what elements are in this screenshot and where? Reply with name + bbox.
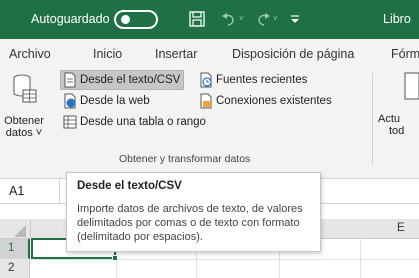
from-web-label: Desde la web <box>80 95 150 107</box>
save-icon[interactable] <box>187 9 207 29</box>
header-divider <box>30 219 31 239</box>
ribbon-group-divider <box>372 73 373 165</box>
tooltip-line-1: Importe datos de archivos de texto, de v… <box>77 203 303 215</box>
row-header-1[interactable]: 1 <box>0 239 30 259</box>
tooltip-title: Desde el texto/CSV <box>77 180 182 192</box>
document-title: Libro <box>383 12 411 26</box>
refresh-all-label-2: tod <box>389 125 405 137</box>
tab-formulas[interactable]: Fórm <box>391 47 419 61</box>
from-text-csv-button[interactable]: Desde el texto/CSV <box>60 70 185 90</box>
refresh-all-icon <box>404 72 419 100</box>
get-data-label-2: datos ˅ <box>5 127 43 139</box>
ribbon-panel: Obtener datos ˅ Desde el texto/CSV Desde… <box>0 69 419 165</box>
from-text-csv-tooltip: Desde el texto/CSV Importe datos de arch… <box>66 172 321 252</box>
tab-insertar[interactable]: Insertar <box>155 47 197 61</box>
web-file-icon <box>64 93 76 109</box>
undo-dropdown-icon[interactable]: ˅ <box>239 14 244 23</box>
ribbon-tabs: Archivo Inicio Insertar Disposición de p… <box>0 39 419 69</box>
undo-icon[interactable] <box>219 9 239 29</box>
redo-dropdown-icon[interactable]: ˅ <box>273 14 278 23</box>
autosave-label: Autoguardado <box>31 12 110 26</box>
from-text-csv-label: Desde el texto/CSV <box>80 74 181 86</box>
from-table-label: Desde una tabla o rango <box>80 116 206 128</box>
refresh-all-label-1: Actu <box>378 113 401 125</box>
autosave-toggle[interactable] <box>114 10 158 29</box>
table-icon <box>63 115 77 129</box>
tab-archivo[interactable]: Archivo <box>9 47 51 61</box>
get-data-label-1: Obtener <box>4 115 44 127</box>
row-header-2[interactable]: 2 <box>0 259 30 278</box>
toggle-knob <box>121 15 130 24</box>
text-file-icon <box>64 72 76 88</box>
recent-sources-button[interactable]: Fuentes recientes <box>199 70 307 90</box>
tooltip-line-3: (delimitado por espacios). <box>77 231 203 243</box>
existing-connections-button[interactable]: Conexiones existentes <box>199 91 332 111</box>
redo-icon[interactable] <box>253 9 273 29</box>
group-label-get-transform: Obtener y transformar datos <box>119 153 251 165</box>
from-web-button[interactable]: Desde la web <box>63 91 150 111</box>
from-table-button[interactable]: Desde una tabla o rango <box>63 112 206 132</box>
col-gridline-d <box>360 239 361 278</box>
customize-toolbar-icon[interactable] <box>285 9 305 29</box>
database-icon <box>13 74 37 103</box>
existing-connections-label: Conexiones existentes <box>216 95 332 107</box>
tab-inicio[interactable]: Inicio <box>93 47 122 61</box>
recent-sources-icon <box>200 72 212 88</box>
tab-disposicion-de-pagina[interactable]: Disposición de página <box>232 47 354 61</box>
tooltip-line-2: delimitados por comas o de texto con for… <box>77 217 300 229</box>
column-header-e[interactable]: E <box>397 222 405 234</box>
tooltip-body: Importe datos de archivos de texto, de v… <box>77 202 314 244</box>
title-bar: Autoguardado ˅ ˅ Libro <box>0 0 419 39</box>
existing-connections-icon <box>200 93 212 109</box>
get-data-button[interactable]: Obtener datos ˅ <box>0 115 48 139</box>
recent-sources-label: Fuentes recientes <box>216 74 308 86</box>
name-box[interactable]: A1 <box>0 179 60 203</box>
excel-window: Autoguardado ˅ ˅ Libro Archivo Inicio In… <box>0 0 419 278</box>
select-all-icon[interactable] <box>14 225 26 237</box>
fill-handle[interactable] <box>112 255 118 261</box>
refresh-all-button[interactable]: Actu tod <box>378 113 419 137</box>
